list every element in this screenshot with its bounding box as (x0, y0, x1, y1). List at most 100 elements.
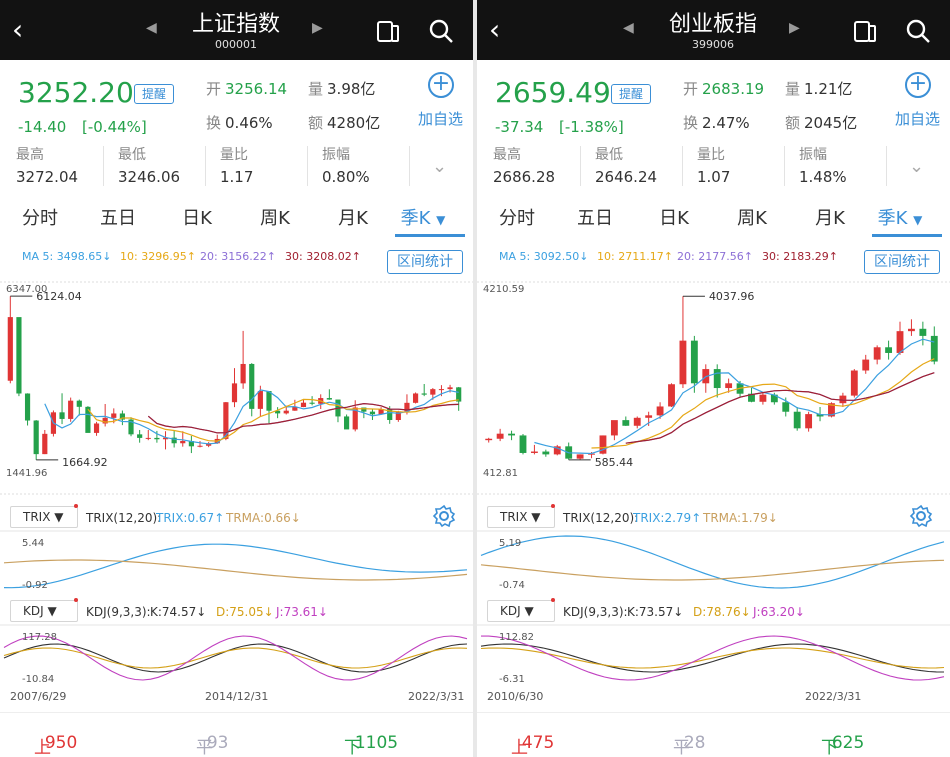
volume-field: 量 1.21亿 (785, 80, 853, 98)
main-kline-chart[interactable]: 6347.001441.966124.041664.92 (0, 280, 473, 500)
add-watchlist-button[interactable]: 加自选 (895, 108, 940, 129)
tab-quarterly-k[interactable]: 季K ▼ (865, 204, 935, 230)
advancers: 上涨 950家 (34, 733, 78, 757)
stock-code: 399006 (692, 38, 734, 51)
trma-line (480, 559, 945, 581)
candle (206, 442, 212, 448)
min-price-label: 585.44 (595, 456, 634, 469)
expand-chevron-icon[interactable]: ⌄ (432, 156, 447, 177)
next-stock-icon[interactable]: ▶ (312, 20, 323, 36)
advancers: 上涨 475家 (511, 733, 555, 757)
market-breadth: 上涨 475家 平盘 28家 下跌 625家 (477, 712, 950, 757)
tab-weekly-k[interactable]: 周K (717, 204, 787, 230)
open-field: 开 3256.14 (206, 80, 288, 98)
kdj-header: KDJ ▼ KDJ(9,3,3): K:73.57↓ D:78.76↓ J:63… (477, 598, 950, 624)
candle (456, 386, 462, 411)
share-icon[interactable] (374, 17, 402, 45)
max-price-label: 4037.96 (709, 290, 755, 303)
add-watchlist-button[interactable]: 加自选 (418, 108, 463, 129)
remind-button[interactable]: 提醒 (611, 84, 651, 104)
candle (508, 430, 515, 441)
candle (930, 326, 938, 365)
date-end: 2022/3/31 (408, 690, 465, 703)
price-change-pct: [-0.44%] (82, 118, 147, 136)
tab-weekly-k[interactable]: 周K (240, 204, 310, 230)
ma20-value: 20: 2177.56↑ (677, 250, 753, 263)
search-icon[interactable] (904, 17, 932, 45)
tab-intraday[interactable]: 分时 (5, 204, 75, 230)
tab-five-day[interactable]: 五日 (83, 204, 153, 230)
nav-header: ‹ ◀ 上证指数 000001 ▶ (0, 0, 473, 60)
ma5-value: MA 5: 3092.50↓ (499, 250, 589, 263)
candle (59, 393, 65, 425)
range-stats-button[interactable]: 区间统计 (387, 250, 463, 274)
candle (713, 364, 721, 398)
candle (519, 434, 527, 455)
period-tabs: 分时 五日 日K 周K 月K 季K ▼ (477, 200, 950, 237)
candle (68, 397, 74, 422)
candle (266, 391, 272, 425)
stock-code: 000001 (215, 38, 257, 51)
candle (33, 420, 39, 460)
candle (188, 435, 194, 454)
candle (326, 389, 332, 400)
candle (249, 363, 255, 417)
tab-quarterly-k[interactable]: 季K ▼ (388, 204, 458, 230)
add-watchlist-icon[interactable]: + (905, 72, 931, 98)
candle (180, 431, 186, 447)
candle (344, 414, 350, 430)
back-icon[interactable]: ‹ (12, 14, 42, 46)
candle (850, 369, 858, 398)
search-icon[interactable] (427, 17, 455, 45)
candle (24, 393, 31, 426)
k-line (3, 643, 468, 673)
tab-monthly-k[interactable]: 月K (795, 204, 865, 230)
candle (668, 383, 675, 407)
candle (93, 421, 100, 436)
stat-amplitude: 振幅 1.48% (799, 147, 847, 186)
volume-field: 量 3.98亿 (308, 80, 376, 98)
candle (610, 420, 618, 441)
tab-intraday[interactable]: 分时 (482, 204, 552, 230)
share-icon[interactable] (851, 17, 879, 45)
dropdown-caret-icon: ▼ (47, 604, 57, 618)
gear-icon[interactable] (909, 504, 933, 528)
candle (908, 319, 915, 336)
kdj-selector[interactable]: KDJ ▼ (487, 600, 555, 622)
kdj-selector[interactable]: KDJ ▼ (10, 600, 78, 622)
tab-daily-k[interactable]: 日K (162, 204, 232, 230)
ma5-value: MA 5: 3498.65↓ (22, 250, 112, 263)
price-change: -14.40 (18, 118, 67, 136)
tab-five-day[interactable]: 五日 (560, 204, 630, 230)
ma-legend: MA 5: 3092.50↓ 10: 2711.17↑ 20: 2177.56↑… (477, 244, 950, 274)
candle (919, 321, 927, 346)
range-stats-button[interactable]: 区间统计 (864, 250, 940, 274)
remind-button[interactable]: 提醒 (134, 84, 174, 104)
candle (793, 406, 801, 431)
date-mid: 2014/12/31 (205, 690, 269, 703)
next-stock-icon[interactable]: ▶ (789, 20, 800, 36)
expand-chevron-icon[interactable]: ⌄ (909, 156, 924, 177)
axis-top-label: 4210.59 (483, 284, 524, 295)
price-change: -37.34 (495, 118, 544, 136)
gear-icon[interactable] (432, 504, 456, 528)
candle (656, 402, 664, 419)
candle (7, 296, 13, 384)
date-end: 2022/3/31 (805, 690, 862, 703)
candle (759, 392, 767, 405)
kdj-top-label: 117.28 (22, 632, 57, 643)
tab-daily-k[interactable]: 日K (639, 204, 709, 230)
back-icon[interactable]: ‹ (489, 14, 519, 46)
unchanged: 平盘 28家 (673, 733, 706, 757)
trix-selector[interactable]: TRIX ▼ (487, 506, 555, 528)
ma30-line (625, 372, 935, 444)
amount-field: 额 4280亿 (308, 114, 381, 132)
kdj-top-label: 112.82 (499, 632, 534, 643)
unchanged: 平盘 93家 (196, 733, 229, 757)
candle (42, 429, 48, 455)
trix-selector[interactable]: TRIX ▼ (10, 506, 78, 528)
main-kline-chart[interactable]: 4210.59 412.81 4037.96 585.44 (477, 280, 950, 500)
trix-line (3, 543, 468, 589)
tab-monthly-k[interactable]: 月K (318, 204, 388, 230)
add-watchlist-icon[interactable]: + (428, 72, 454, 98)
